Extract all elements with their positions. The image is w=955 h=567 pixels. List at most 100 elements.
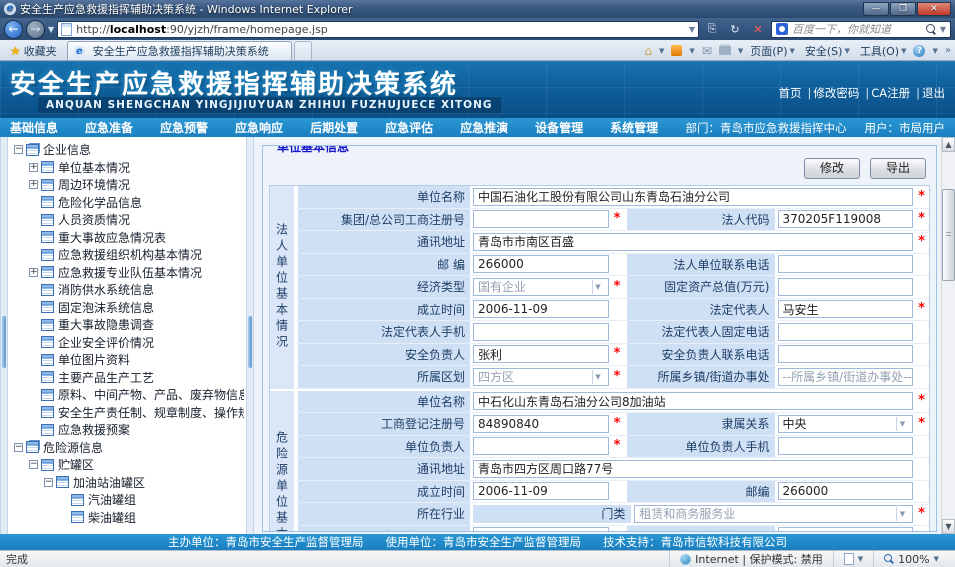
- header-link[interactable]: 退出: [922, 86, 945, 100]
- history-dropdown-icon[interactable]: ▼: [48, 25, 54, 34]
- field-select[interactable]: 中央▼: [778, 415, 914, 433]
- favorites-button[interactable]: ★ 收藏夹: [4, 41, 63, 60]
- content-scrollbar[interactable]: ▲ ▼: [941, 137, 955, 534]
- zoom-dropdown-icon[interactable]: ▼: [934, 555, 939, 563]
- nav-item[interactable]: 设备管理: [535, 119, 583, 136]
- tree-expand-toggle[interactable]: −: [44, 478, 53, 487]
- status-page-dropdown-icon[interactable]: ▼: [858, 555, 863, 563]
- tab-active[interactable]: e 安全生产应急救援指挥辅助决策系统: [67, 41, 292, 60]
- help-icon[interactable]: ?: [913, 45, 925, 57]
- tree-item[interactable]: −危险源信息: [10, 439, 244, 457]
- forward-button[interactable]: →: [26, 20, 45, 39]
- field-input[interactable]: [473, 527, 609, 532]
- mail-icon[interactable]: ✉: [702, 44, 712, 58]
- tree-item[interactable]: +周边环境情况: [10, 176, 244, 194]
- tree-item[interactable]: 柴油罐组: [10, 509, 244, 527]
- tree-expand-toggle[interactable]: −: [14, 145, 23, 154]
- tree-item[interactable]: 单位图片资料: [10, 351, 244, 369]
- splitter-handle[interactable]: [248, 316, 252, 368]
- field-input[interactable]: 中石化山东青岛石油分公司8加油站: [473, 392, 913, 410]
- overflow-chevron-icon[interactable]: »: [945, 45, 949, 56]
- tree-item[interactable]: 应急救援组织机构基本情况: [10, 246, 244, 264]
- tree-expand-toggle[interactable]: −: [29, 460, 38, 469]
- scroll-down-icon[interactable]: ▼: [942, 519, 955, 534]
- field-input[interactable]: [473, 437, 609, 455]
- tree-item[interactable]: 重大事故隐患调查: [10, 316, 244, 334]
- search-icon[interactable]: [926, 24, 936, 34]
- tree-item[interactable]: −企业信息: [10, 141, 244, 159]
- field-input[interactable]: 2006-11-09: [473, 300, 609, 318]
- field-select[interactable]: 四方区▼: [473, 368, 609, 386]
- scrollbar-thumb[interactable]: [942, 189, 955, 281]
- nav-item[interactable]: 应急推演: [460, 119, 508, 136]
- tree-item[interactable]: 人员资质情况: [10, 211, 244, 229]
- field-input[interactable]: 青岛市市南区百盛: [473, 233, 913, 251]
- zoom-control[interactable]: 100% ▼: [873, 551, 949, 567]
- nav-item[interactable]: 应急预警: [160, 119, 208, 136]
- tree-item[interactable]: 重大事故应急情况表: [10, 229, 244, 247]
- tree-item[interactable]: 安全生产责任制、规章制度、操作规程信息: [10, 404, 244, 422]
- left-splitter[interactable]: [0, 137, 8, 534]
- status-page-icon[interactable]: [844, 553, 854, 565]
- refresh-button[interactable]: ↻: [725, 20, 745, 38]
- compatibility-view-icon[interactable]: ⎘: [702, 20, 722, 38]
- nav-item[interactable]: 基础信息: [10, 119, 58, 136]
- home-icon[interactable]: ⌂: [644, 44, 652, 58]
- field-input[interactable]: [473, 210, 609, 228]
- field-input[interactable]: [778, 345, 914, 363]
- address-dropdown-icon[interactable]: ▼: [689, 25, 695, 34]
- search-dropdown-icon[interactable]: ▼: [940, 25, 946, 34]
- field-input[interactable]: [778, 278, 914, 296]
- nav-item[interactable]: 应急响应: [235, 119, 283, 136]
- command-button[interactable]: 页面(P)▼: [750, 43, 795, 59]
- tree-item[interactable]: −加油站油罐区: [10, 474, 244, 492]
- header-link[interactable]: 首页: [778, 86, 801, 100]
- tree-item[interactable]: 汽油罐组: [10, 491, 244, 509]
- nav-item[interactable]: 后期处置: [310, 119, 358, 136]
- address-input[interactable]: http://localhost:90/yjzh/frame/homepage.…: [57, 21, 699, 38]
- maximize-button[interactable]: ❐: [890, 2, 916, 16]
- export-button[interactable]: 导出: [870, 158, 926, 179]
- field-input[interactable]: 张利: [473, 345, 609, 363]
- nav-item[interactable]: 应急准备: [85, 119, 133, 136]
- command-button[interactable]: 工具(O)▼: [860, 43, 907, 59]
- tree-item[interactable]: 消防供水系统信息: [10, 281, 244, 299]
- tree-item[interactable]: 固定泡沫系统信息: [10, 299, 244, 317]
- sidebar-splitter[interactable]: [246, 137, 254, 534]
- close-button[interactable]: ✕: [917, 2, 951, 16]
- tree-item[interactable]: 危险化学品信息: [10, 194, 244, 212]
- field-input[interactable]: [473, 323, 609, 341]
- tree-item[interactable]: +应急救援专业队伍基本情况: [10, 264, 244, 282]
- field-input[interactable]: 370205F119008: [778, 210, 914, 228]
- modify-button[interactable]: 修改: [804, 158, 860, 179]
- tree-item[interactable]: 企业安全评价情况: [10, 334, 244, 352]
- search-input[interactable]: 百度一下，你就知道 ▼: [771, 21, 951, 38]
- field-input[interactable]: [778, 437, 914, 455]
- tree-expand-toggle[interactable]: −: [14, 443, 23, 452]
- field-input[interactable]: 263: [778, 527, 914, 532]
- nav-item[interactable]: 应急评估: [385, 119, 433, 136]
- command-button[interactable]: 安全(S)▼: [805, 43, 850, 59]
- field-input[interactable]: 2006-11-09: [473, 482, 609, 500]
- field-input[interactable]: 马安生: [778, 300, 914, 318]
- field-input[interactable]: [778, 255, 914, 273]
- tree-item[interactable]: 原料、中间产物、产品、废弃物信息: [10, 386, 244, 404]
- splitter-handle[interactable]: [2, 316, 6, 368]
- tree-item[interactable]: 主要产品生产工艺: [10, 369, 244, 387]
- stop-button[interactable]: ✕: [748, 20, 768, 38]
- field-input[interactable]: 青岛市四方区周口路77号: [473, 460, 913, 478]
- back-button[interactable]: ←: [4, 20, 23, 39]
- printer-icon[interactable]: [719, 46, 731, 55]
- header-link[interactable]: CA注册: [871, 86, 910, 100]
- tree-expand-toggle[interactable]: +: [29, 180, 38, 189]
- field-input[interactable]: 中国石油化工股份有限公司山东青岛石油分公司: [473, 188, 913, 206]
- header-link[interactable]: 修改密码: [813, 86, 859, 100]
- field-input[interactable]: 266000: [778, 482, 914, 500]
- tree-item[interactable]: 应急救援预案: [10, 421, 244, 439]
- field-input[interactable]: [778, 323, 914, 341]
- field-input[interactable]: 84890840: [473, 415, 609, 433]
- minimize-button[interactable]: —: [863, 2, 889, 16]
- tree-item[interactable]: −贮罐区: [10, 456, 244, 474]
- field-select[interactable]: --所属乡镇/街道办事处--▼: [778, 368, 914, 386]
- field-select[interactable]: 租赁和商务服务业▼: [634, 505, 913, 523]
